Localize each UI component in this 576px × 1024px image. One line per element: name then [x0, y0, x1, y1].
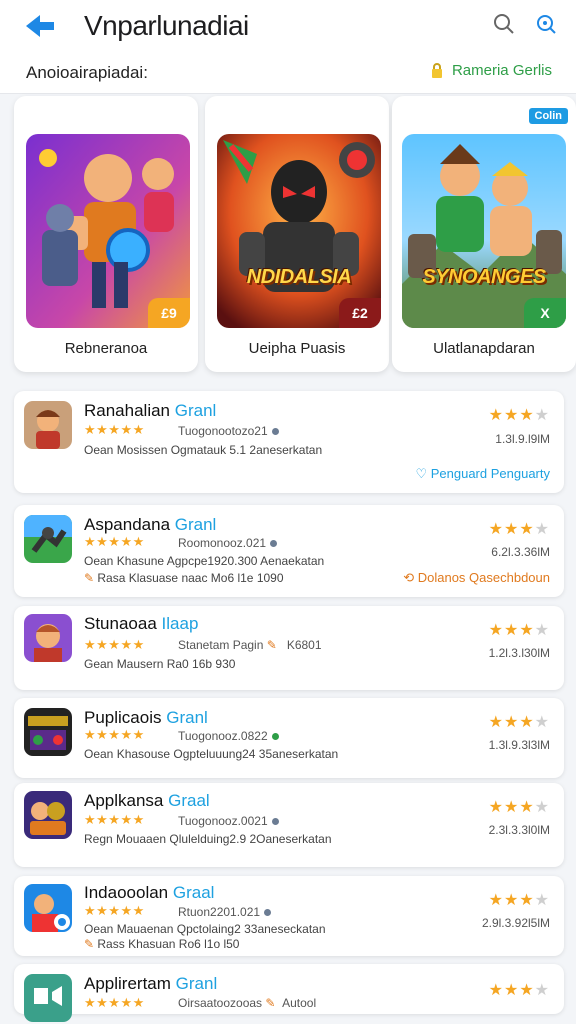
app-name: Stunaoaa Ilaap	[84, 614, 199, 633]
featured-card[interactable]: Colin SYNOANGES X Ulatlanapdaran	[392, 96, 576, 372]
app-meta: Stanetam Pagin ✎ K6801	[178, 638, 322, 652]
right-stars: ★★★★	[488, 622, 550, 639]
right-stars: ★★★★	[488, 982, 550, 999]
app-header: Vnparlunadiai	[0, 0, 576, 52]
app-desc: Oean Khasune Agpcpe1920.300 Aenaekatan	[84, 554, 325, 568]
rating-stars: ★★★★★	[84, 637, 145, 652]
action-link[interactable]: ♡ Penguard Penguarty	[415, 466, 550, 482]
app-size: 1.2l.3.l30lM	[488, 646, 550, 660]
rating-stars: ★★★★★	[84, 727, 145, 742]
app-meta: Tuogonootozo21	[178, 424, 279, 438]
game-artwork: NDIDALSIA £2	[217, 134, 381, 328]
rating-stars: ★★★★★	[84, 903, 145, 918]
list-item[interactable]: Aspandana Granl ★★★★★ Roomonooz.021 Oean…	[14, 505, 564, 597]
app-name: Applirertam Granl	[84, 974, 218, 993]
game-artwork: SYNOANGES X	[402, 134, 566, 328]
rating-stars: ★★★★★	[84, 534, 145, 549]
list-item[interactable]: Ranahalian Granl ★★★★★ Tuogonootozo21 Oe…	[14, 391, 564, 493]
app-extra: ✎ Rass Khasuan Ro6 l1o l50	[84, 937, 240, 951]
right-stars: ★★★★	[488, 407, 550, 424]
app-size: 1.3l.9.3l3lM	[488, 738, 550, 752]
app-meta: Oirsaatoozooas ✎ Autool	[178, 996, 317, 1010]
section-title: Anoioairapiadai:	[26, 63, 148, 82]
search-alt-icon[interactable]	[534, 12, 558, 36]
app-title: Vnparlunadiai	[84, 10, 249, 41]
filter-link[interactable]: Rameria Gerlis	[430, 62, 552, 79]
action-link[interactable]: ⟲ Dolanos Qasechbdoun	[403, 570, 550, 586]
rating-stars: ★★★★★	[84, 812, 145, 827]
app-name: Applkansa Graal	[84, 791, 210, 810]
price-corner: £2	[339, 298, 381, 328]
app-meta: Rtuon2201.021	[178, 905, 272, 919]
featured-name: Ueipha Puasis	[248, 340, 346, 357]
app-size: 2.3l.3.3l0lM	[488, 823, 550, 837]
right-stars: ★★★★	[488, 892, 550, 909]
list-item[interactable]: Puplicaois Granl ★★★★★ Tuogonooz.0822 Oe…	[14, 698, 564, 778]
app-name: Ranahalian Granl	[84, 401, 217, 420]
app-meta: Tuogonooz.0822	[178, 729, 279, 743]
app-size: 2.9l.3.92l5lM	[481, 916, 550, 930]
app-icon	[24, 614, 72, 662]
featured-badge: Colin	[528, 108, 568, 124]
featured-card[interactable]: NDIDALSIA £2 Ueipha Puasis	[205, 96, 389, 372]
game-artwork: £9	[26, 134, 190, 328]
right-stars: ★★★★	[488, 521, 550, 538]
app-desc: Regn Mouaaen Qlulelduing2.9 2Oaneserkata…	[84, 832, 332, 846]
app-icon	[24, 401, 72, 449]
back-arrow-icon[interactable]	[22, 12, 58, 40]
price-corner: X	[524, 298, 566, 328]
game-art-title: SYNOANGES	[422, 266, 546, 288]
right-stars: ★★★★	[488, 799, 550, 816]
app-icon	[24, 515, 72, 563]
app-name: Puplicaois Granl	[84, 708, 208, 727]
lock-icon	[431, 62, 442, 78]
app-icon	[24, 884, 72, 932]
right-stars: ★★★★	[488, 714, 550, 731]
rating-stars: ★★★★★	[84, 422, 145, 437]
app-desc: Oean Khasouse Ogpteluuung24 35aneserkata…	[84, 747, 339, 761]
featured-name: Ulatlanapdaran	[433, 340, 535, 357]
list-item[interactable]: Indaooolan Graal ★★★★★ Rtuon2201.021 Oea…	[14, 876, 564, 956]
app-size: 6.2l.3.36lM	[491, 545, 550, 559]
game-art-title: NDIDALSIA	[246, 266, 352, 288]
app-desc: Gean Mausern Ra0 16b 930	[84, 657, 236, 671]
featured-carousel: £9 Rebneranoa NDIDALSIA £2 Ueipha Puasis…	[0, 96, 576, 376]
rating-stars: ★★★★★	[84, 995, 145, 1010]
section-bar: Anoioairapiadai: Rameria Gerlis	[0, 52, 576, 94]
list-item[interactable]: Applirertam Granl ★★★★★ Oirsaatoozooas ✎…	[14, 964, 564, 1022]
featured-card[interactable]: £9 Rebneranoa	[14, 96, 198, 372]
app-meta: Roomonooz.021	[178, 536, 278, 550]
search-icon[interactable]	[492, 12, 516, 36]
app-icon	[24, 974, 72, 1022]
app-size: 1.3l.9.l9lM	[495, 432, 550, 446]
app-icon	[24, 708, 72, 756]
app-name: Indaooolan Graal	[84, 883, 215, 902]
list-item[interactable]: Stunaoaa Ilaap ★★★★★ Stanetam Pagin ✎ K6…	[14, 606, 564, 690]
app-icon	[24, 791, 72, 839]
featured-name: Rebneranoa	[64, 340, 148, 357]
app-extra: ✎ Rasa Klasuase naac Mo6 l1e 1090	[84, 571, 284, 585]
price-corner: £9	[148, 298, 190, 328]
filter-label: Rameria Gerlis	[451, 62, 552, 79]
app-desc: Oean Mosissen Ogmatauk 5.1 2aneserkatan	[84, 443, 323, 457]
app-desc: Oean Mauaenan Qpctolaing2 33aneseckatan	[84, 922, 326, 936]
list-item[interactable]: Applkansa Graal ★★★★★ Tuogonooz.0021 Reg…	[14, 783, 564, 867]
app-name: Aspandana Granl	[84, 515, 217, 534]
app-meta: Tuogonooz.0021	[178, 814, 279, 828]
